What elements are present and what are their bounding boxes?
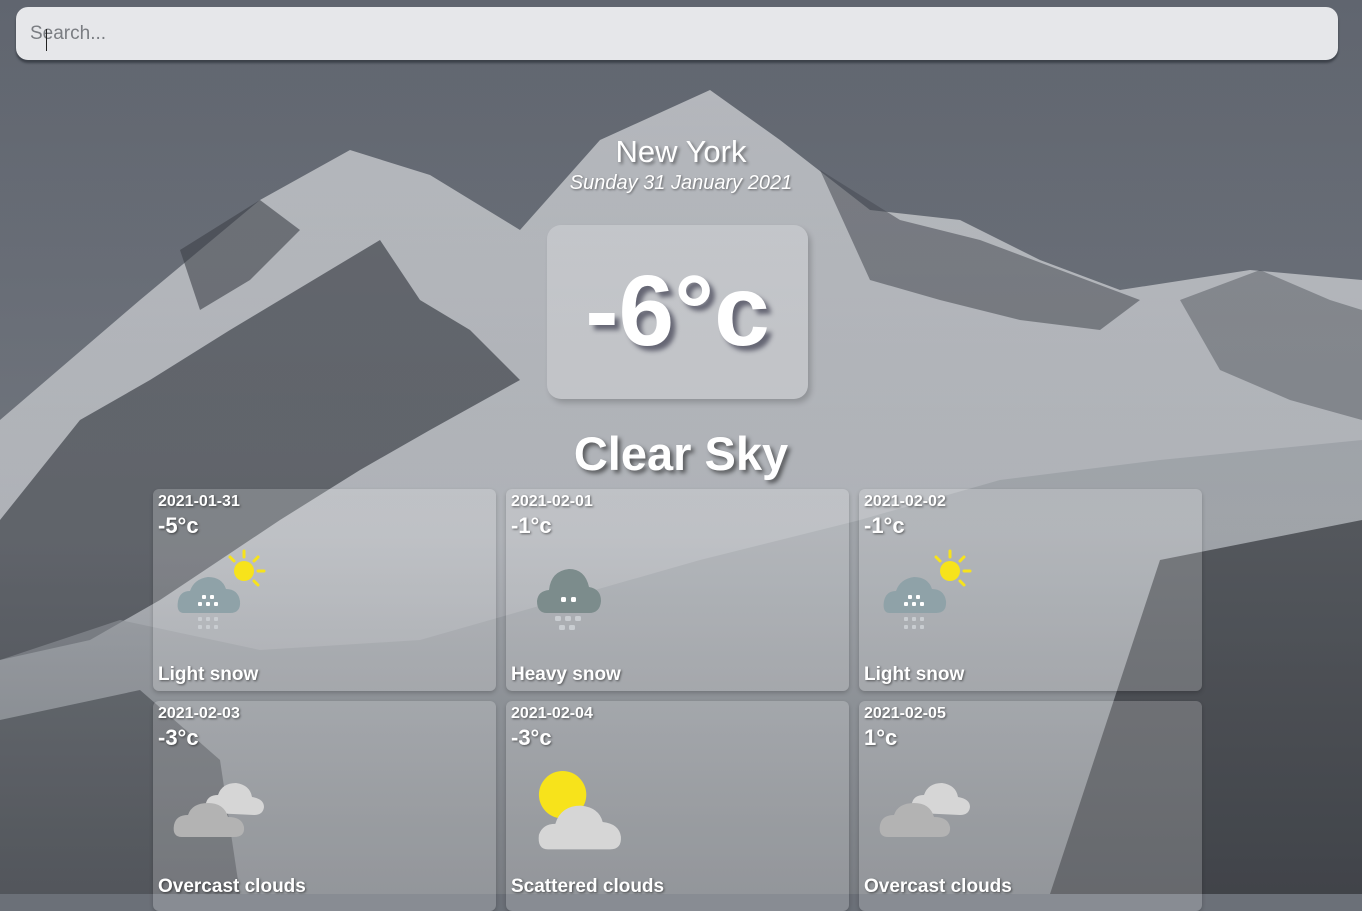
forecast-temperature: -3°c xyxy=(511,725,552,750)
city-name: New York xyxy=(615,134,747,169)
weather-app: New York Sunday 31 January 2021 -6°c Cle… xyxy=(0,0,1362,911)
current-condition: Clear Sky xyxy=(573,427,789,480)
forecast-card: 2021-02-01 -1°c Heavy snow xyxy=(506,489,849,691)
forecast-temperature: 1°c xyxy=(864,725,898,750)
forecast-temperature: -3°c xyxy=(158,725,199,750)
snow-sun-icon xyxy=(883,549,972,629)
forecast-description: Overcast clouds xyxy=(864,876,1012,897)
text-caret xyxy=(46,29,47,51)
forecast-description: Heavy snow xyxy=(511,664,621,685)
forecast-date: 2021-02-02 xyxy=(864,493,946,510)
overcast-clouds-icon xyxy=(173,783,264,837)
forecast-card: 2021-02-03 -3°c Overcast clouds xyxy=(153,701,496,911)
forecast-temperature: -5°c xyxy=(158,513,199,538)
search-input[interactable] xyxy=(16,7,1338,60)
snow-sun-icon xyxy=(177,549,266,629)
forecast-card: 2021-01-31 -5°c Light snow xyxy=(153,489,496,691)
forecast-description: Overcast clouds xyxy=(158,876,306,897)
forecast-date: 2021-02-03 xyxy=(158,705,240,722)
forecast-description: Light snow xyxy=(158,664,259,685)
forecast-description: Light snow xyxy=(864,664,965,685)
current-temperature-box: -6°c xyxy=(547,225,808,399)
current-temperature: -6°c xyxy=(585,255,770,367)
forecast-date: 2021-02-05 xyxy=(864,705,946,722)
forecast-temperature: -1°c xyxy=(864,513,905,538)
heavy-snow-icon xyxy=(537,569,601,630)
search-bar xyxy=(16,7,1338,60)
forecast-card: 2021-02-04 -3°c Scattered clouds xyxy=(506,701,849,911)
forecast-date: 2021-01-31 xyxy=(158,493,240,510)
forecast-temperature: -1°c xyxy=(511,513,552,538)
scattered-clouds-icon xyxy=(538,771,621,850)
overcast-clouds-icon xyxy=(879,783,970,837)
current-date: Sunday 31 January 2021 xyxy=(569,172,793,194)
forecast-card: 2021-02-02 -1°c Light snow xyxy=(859,489,1202,691)
forecast-date: 2021-02-04 xyxy=(511,705,593,722)
forecast-card: 2021-02-05 1°c Overcast clouds xyxy=(859,701,1202,911)
forecast-date: 2021-02-01 xyxy=(511,493,593,510)
forecast-description: Scattered clouds xyxy=(511,876,665,897)
